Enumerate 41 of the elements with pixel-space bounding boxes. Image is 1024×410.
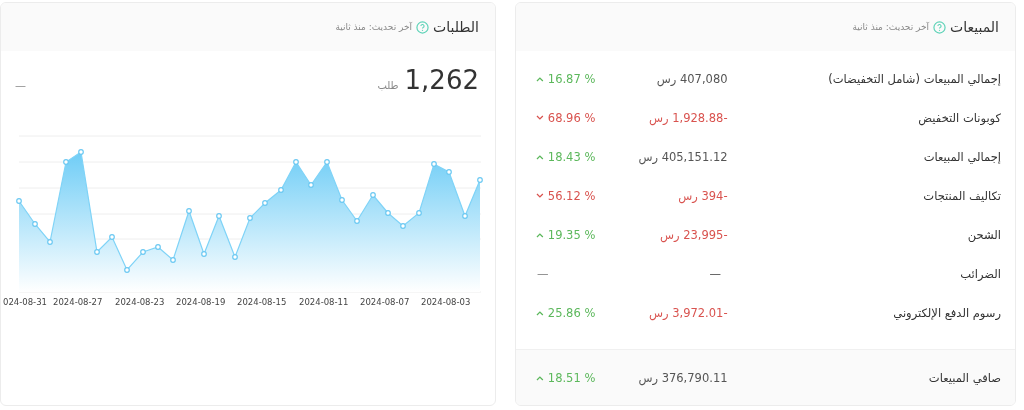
order-count: 1,262: [404, 65, 479, 95]
change-percent: 18.43 %: [547, 149, 597, 164]
card-title: المبيعات: [950, 19, 999, 35]
change-percent: —: [537, 266, 550, 281]
metric-label: إجمالي المبيعات (شامل التخفيضات): [827, 71, 1001, 86]
metric-value: -1,928.88 رس: [647, 110, 728, 125]
change-percent: 68.96 %: [547, 110, 597, 125]
axis-label: 2024-08-23: [115, 297, 165, 307]
change-percent: 16.87 %: [547, 71, 597, 86]
metric-value: -3,972.01 رس: [647, 305, 728, 320]
metric-label: صافي المبيعات: [927, 370, 1001, 385]
axis-label: 2024-08-15: [237, 297, 287, 307]
metric-value: -23,995 رس: [658, 227, 728, 242]
metric-label: إجمالي المبيعات: [922, 149, 1001, 164]
help-icon[interactable]: [416, 20, 430, 34]
metric-label: الضرائب: [959, 266, 1001, 281]
change-percent: 18.51 %: [547, 370, 597, 385]
metric-label: رسوم الدفع الإلكتروني: [892, 305, 1001, 320]
update-time: آخر تحديث: منذ ثانية: [852, 22, 930, 32]
change-percent: —: [15, 79, 26, 92]
axis-label: 2024-08-27: [53, 297, 103, 307]
update-time: آخر تحديث: منذ ثانية: [335, 22, 413, 32]
axis-label: 024-08-31: [3, 297, 47, 307]
axis-label: 2024-08-19: [176, 297, 226, 307]
change-percent: 56.12 %: [547, 188, 597, 203]
axis-label: 2024-08-07: [360, 297, 410, 307]
axis-label: 2024-08-03: [421, 297, 471, 307]
metric-label: كوبونات التخفيض: [917, 110, 1001, 125]
help-icon[interactable]: [933, 20, 947, 34]
metric-value: 405,151.12 رس: [637, 149, 728, 164]
metric-value: —: [708, 266, 721, 281]
change-percent: 19.35 %: [547, 227, 597, 242]
metric-value: 407,080 رس: [655, 71, 728, 86]
change-percent: 25.86 %: [547, 305, 597, 320]
axis-label: 2024-08-11: [299, 297, 349, 307]
card-title: الطلبات: [433, 19, 479, 35]
metric-value: -394 رس: [677, 188, 728, 203]
metric-value: 376,790.11 رس: [637, 370, 728, 385]
count-unit: طلب: [377, 80, 399, 91]
metric-label: الشحن: [966, 227, 1001, 242]
metric-label: تكاليف المنتجات: [922, 188, 1001, 203]
